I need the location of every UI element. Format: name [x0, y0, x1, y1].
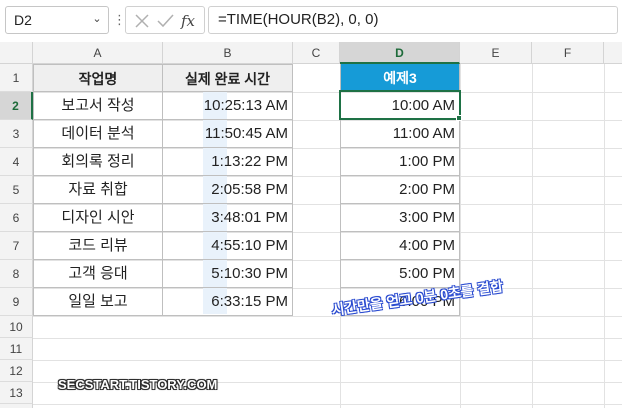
column-header-d[interactable]: D: [340, 42, 460, 64]
row-header[interactable]: 9: [0, 288, 33, 316]
gridline: [33, 338, 622, 339]
row-header[interactable]: [0, 404, 33, 408]
task-cell[interactable]: 자료 취합: [33, 176, 163, 204]
row-header[interactable]: 5: [0, 176, 33, 204]
result-cell[interactable]: 4:00 PM: [340, 232, 460, 260]
row-header[interactable]: 13: [0, 382, 33, 404]
result-cell[interactable]: 11:00 AM: [340, 120, 460, 148]
row-header[interactable]: 7: [0, 232, 33, 260]
row-header[interactable]: 4: [0, 148, 33, 176]
cancel-icon[interactable]: [135, 14, 149, 28]
result-cell[interactable]: 2:00 PM: [340, 176, 460, 204]
row-header[interactable]: 2: [0, 92, 33, 120]
task-cell[interactable]: 디자인 시안: [33, 204, 163, 232]
more-options-icon[interactable]: ⋮: [113, 10, 126, 30]
gridline: [33, 360, 622, 361]
task-cell[interactable]: 고객 응대: [33, 260, 163, 288]
time-cell[interactable]: 3:48:01 PM: [163, 204, 293, 232]
column-header-a[interactable]: A: [33, 42, 163, 64]
task-cell[interactable]: 회의록 정리: [33, 148, 163, 176]
column-header-f[interactable]: F: [532, 42, 604, 64]
row-header[interactable]: 10: [0, 316, 33, 338]
fill-handle[interactable]: [456, 115, 462, 121]
column-header-g[interactable]: [604, 42, 622, 64]
column-header-b[interactable]: B: [163, 42, 293, 64]
chevron-down-icon[interactable]: ⌄: [90, 11, 104, 27]
row-header[interactable]: 1: [0, 64, 33, 92]
time-cell[interactable]: 4:55:10 PM: [163, 232, 293, 260]
result-cell[interactable]: 1:00 PM: [340, 148, 460, 176]
task-cell[interactable]: 코드 리뷰: [33, 232, 163, 260]
header-result-cell[interactable]: 예제3: [340, 64, 460, 92]
column-header-c[interactable]: C: [293, 42, 340, 64]
header-task-cell[interactable]: 작업명: [33, 64, 163, 92]
task-cell[interactable]: 일일 보고: [33, 288, 163, 316]
header-time-cell[interactable]: 실제 완료 시간: [163, 64, 293, 92]
column-header-e[interactable]: E: [460, 42, 532, 64]
time-cell[interactable]: 10:25:13 AM: [163, 92, 293, 120]
gridline: [532, 64, 533, 408]
time-cell[interactable]: 11:50:45 AM: [163, 120, 293, 148]
watermark: SECSTART.TISTORY.COM: [58, 377, 218, 392]
active-cell-border: [339, 90, 461, 120]
gridline: [33, 404, 622, 405]
insert-function-icon[interactable]: fx: [180, 12, 196, 30]
formula-controls: fx: [125, 6, 205, 34]
time-cell[interactable]: 1:13:22 PM: [163, 148, 293, 176]
time-cell[interactable]: 5:10:30 PM: [163, 260, 293, 288]
row-header[interactable]: 3: [0, 120, 33, 148]
row-header[interactable]: 11: [0, 338, 33, 360]
time-cell[interactable]: 6:33:15 PM: [163, 288, 293, 316]
gridline: [33, 316, 622, 317]
result-cell[interactable]: 3:00 PM: [340, 204, 460, 232]
row-header[interactable]: 6: [0, 204, 33, 232]
row-header[interactable]: 12: [0, 360, 33, 382]
task-cell[interactable]: 보고서 작성: [33, 92, 163, 120]
select-all-corner[interactable]: [0, 42, 33, 64]
time-cell[interactable]: 2:05:58 PM: [163, 176, 293, 204]
formula-input[interactable]: =TIME(HOUR(B2), 0, 0): [208, 6, 618, 34]
row-header[interactable]: 8: [0, 260, 33, 288]
enter-icon[interactable]: [157, 14, 174, 28]
svg-text:fx: fx: [180, 12, 196, 30]
gridline: [604, 64, 605, 408]
task-cell[interactable]: 데이터 분석: [33, 120, 163, 148]
